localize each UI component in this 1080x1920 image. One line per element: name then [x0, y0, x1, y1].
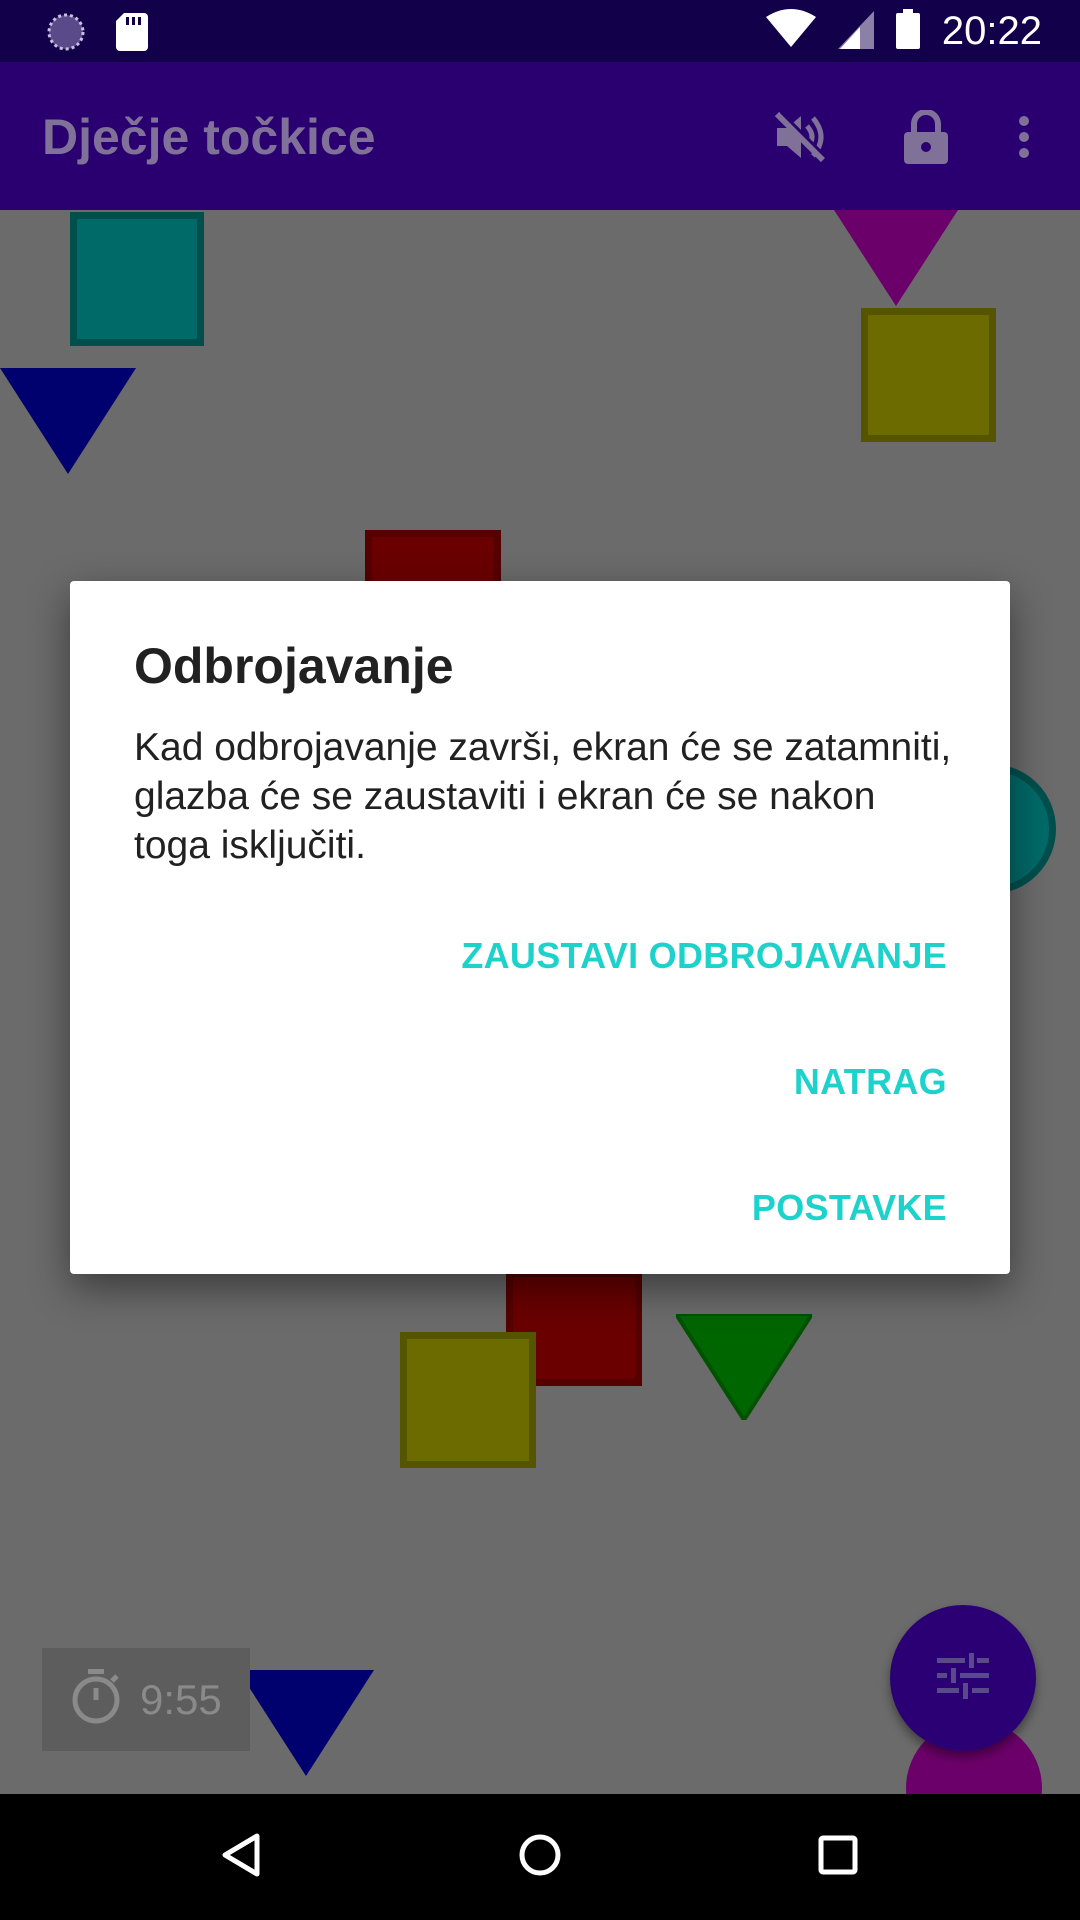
- stop-countdown-button[interactable]: ZAUSTAVI ODBROJAVANJE: [461, 923, 947, 989]
- nav-back-button[interactable]: [206, 1822, 276, 1892]
- nav-home-button[interactable]: [505, 1822, 575, 1892]
- olive-square[interactable]: [400, 1332, 536, 1468]
- timer-value: 9:55: [140, 1675, 222, 1723]
- countdown-dialog: Odbrojavanje Kad odbrojavanje završi, ek…: [70, 581, 1010, 1274]
- teal-square[interactable]: [70, 212, 204, 346]
- dialog-message: Kad odbrojavanje završi, ekran će se zat…: [134, 726, 952, 867]
- sd-card-icon: [116, 13, 148, 56]
- nav-recents-button[interactable]: [803, 1822, 873, 1892]
- lock-icon: [904, 108, 948, 169]
- navigation-bar: [0, 1794, 1080, 1920]
- home-icon: [518, 1833, 562, 1882]
- wifi-icon: [765, 8, 816, 54]
- back-icon: [221, 1833, 261, 1882]
- more-vert-icon: [1018, 115, 1030, 164]
- green-triangle[interactable]: [676, 1314, 812, 1420]
- app-bar: Dječje točkice: [0, 62, 1080, 210]
- recents-icon: [818, 1835, 858, 1880]
- countdown-timer[interactable]: 9:55: [42, 1648, 250, 1751]
- lock-button[interactable]: [876, 104, 976, 174]
- back-button[interactable]: NATRAG: [794, 1049, 947, 1115]
- battery-icon: [895, 8, 920, 54]
- signal-icon: [837, 9, 874, 54]
- stopwatch-icon: [70, 1669, 122, 1730]
- overflow-menu-button[interactable]: [1002, 104, 1046, 174]
- app-title: Dječje točkice: [42, 109, 376, 165]
- volume-off-button[interactable]: [750, 104, 850, 174]
- app-bar-actions: [750, 104, 1080, 174]
- settings-fab[interactable]: [890, 1605, 1036, 1751]
- purple-triangle[interactable]: [834, 210, 958, 306]
- tune-sliders-icon: [937, 1652, 989, 1704]
- settings-button[interactable]: POSTAVKE: [752, 1175, 947, 1241]
- loading-indicator-icon: [46, 12, 86, 57]
- dialog-title: Odbrojavanje: [134, 638, 454, 694]
- olive-square[interactable]: [861, 308, 996, 442]
- status-bar: 20:22: [0, 0, 1080, 62]
- clock: 20:22: [941, 9, 1042, 53]
- blue-triangle[interactable]: [0, 368, 136, 474]
- volume-off-icon: [773, 110, 829, 167]
- blue-triangle[interactable]: [238, 1670, 374, 1776]
